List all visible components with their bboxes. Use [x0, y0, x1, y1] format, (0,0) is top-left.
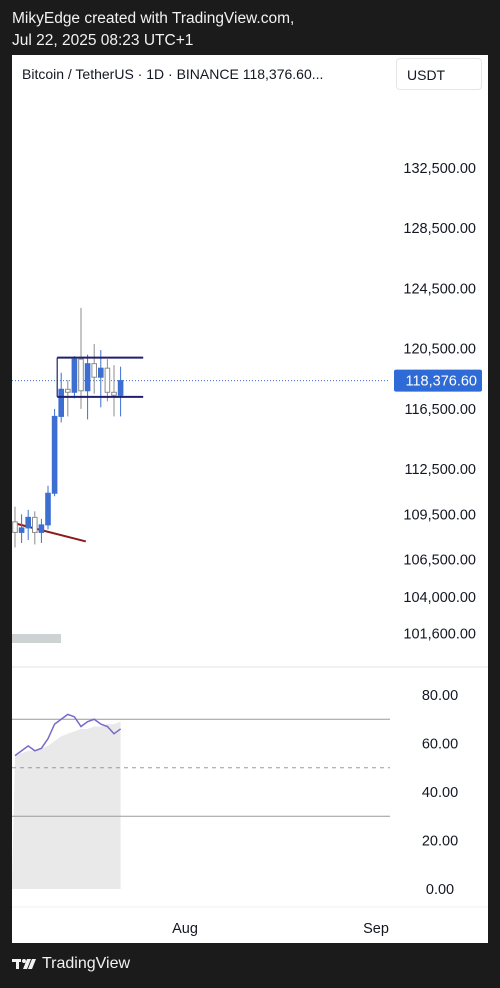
time-tick-label: Aug [172, 921, 198, 937]
footer: TradingView [12, 955, 130, 973]
candle-body [18, 527, 25, 533]
candle-body [104, 367, 111, 393]
time-tick-label: Sep [363, 921, 389, 937]
rsi-tick-label: 80.00 [422, 688, 458, 704]
chart-canvas[interactable]: 132,500.00 128,500.00 124,500.00 120,500.00… [12, 55, 488, 943]
last-price-label: 118,376.60 [406, 374, 478, 390]
price-tick-label: 128,500.00 [403, 221, 476, 237]
candle-body [111, 391, 117, 396]
price-tick-label: 132,500.00 [403, 161, 476, 177]
tradingview-brand: TradingView [42, 955, 131, 972]
candle-body [84, 363, 91, 392]
candle-body [65, 388, 71, 393]
rsi-tick-label: 60.00 [422, 737, 458, 753]
tradingview-logo-icon [12, 959, 36, 969]
candle-body [58, 388, 65, 417]
price-tick-label: 116,500.00 [405, 402, 477, 418]
volume-bar [12, 634, 61, 643]
candle-body [25, 516, 31, 529]
candle-body [51, 415, 58, 494]
price-tick-label: 124,500.00 [403, 281, 476, 297]
candle-body [45, 492, 51, 526]
rsi-tick-label: 0.00 [426, 882, 454, 898]
rsi-tick-label: 20.00 [422, 834, 458, 850]
candle-body [91, 363, 98, 378]
candle-body [71, 358, 78, 393]
price-tick-label: 120,500.00 [403, 342, 476, 358]
price-tick-label: 104,000.00 [403, 590, 476, 606]
price-tick-label: 109,500.00 [403, 507, 476, 523]
candle-body [12, 521, 18, 533]
price-tick-label: 106,500.00 [403, 553, 476, 569]
candle-body [78, 358, 84, 392]
rsi-tick-label: 40.00 [422, 785, 458, 801]
candle-body [38, 524, 45, 533]
author-line: MikyEdge created with TradingView.com, [12, 10, 295, 27]
chart-panel[interactable]: Bitcoin / TetherUS · 1D · BINANCE 118,37… [12, 55, 488, 943]
candle-body [98, 367, 104, 378]
candle-body [117, 380, 124, 396]
timestamp-line: Jul 22, 2025 08:23 UTC+1 [12, 32, 194, 49]
candle-body [32, 516, 38, 533]
price-tick-label: 101,600.00 [403, 626, 476, 642]
price-tick-label: 112,500.00 [405, 462, 477, 478]
chart-attribution: MikyEdge created with TradingView.com, J… [12, 8, 294, 52]
